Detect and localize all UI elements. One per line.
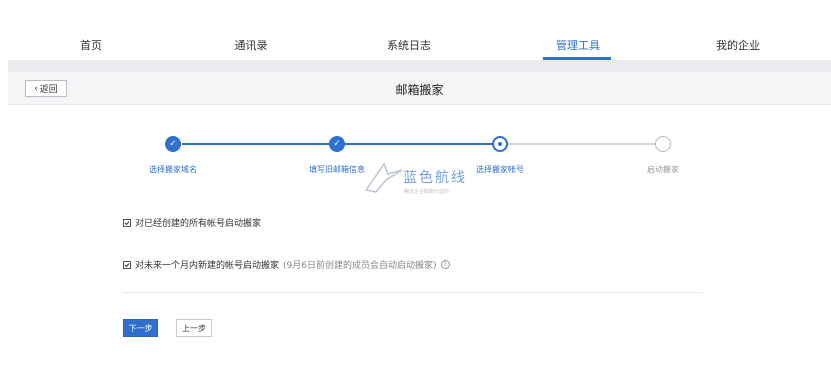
step-4-label: 启动搬家 (647, 165, 679, 174)
help-icon[interactable]: ? (440, 260, 450, 269)
main-content: ✓ ✓ 选择搬家域名 填写旧邮箱信息 选择搬家帐号 启动搬家 蓝色航线 腾讯企业… (8, 105, 831, 367)
nav-item-system-log[interactable]: 系统日志 (364, 37, 454, 53)
checkbox-future[interactable] (123, 260, 131, 269)
step-3-current-icon (492, 136, 508, 152)
next-step-button[interactable]: 下一步 (123, 319, 158, 337)
top-nav: 首页 通讯录 系统日志 管理工具 我的企业 (0, 0, 831, 60)
page-title: 邮箱搬家 (395, 83, 444, 97)
prev-step-button[interactable]: 上一步 (176, 319, 212, 337)
nav-item-contacts[interactable]: 通讯录 (206, 37, 296, 53)
option-future-accounts[interactable]: 对未来一个月内新建的帐号启动搬家 (9月6日前创建的成员会自动启动搬家) ? (123, 258, 450, 271)
nav-item-home[interactable]: 首页 (46, 37, 136, 53)
option-existing-label: 对已经创建的所有帐号启动搬家 (135, 219, 262, 229)
divider (123, 292, 703, 293)
watermark-subtitle: 腾讯企业邮箱代理商 (404, 189, 450, 195)
check-icon (124, 220, 130, 225)
step-4-pending-icon (655, 136, 671, 152)
option-existing-accounts[interactable]: 对已经创建的所有帐号启动搬家 (123, 216, 261, 229)
step-connector (182, 143, 332, 145)
watermark-logo: 蓝色航线 腾讯企业邮箱代理商 (364, 160, 484, 200)
watermark-title: 蓝色航线 (403, 170, 467, 186)
checkbox-existing[interactable] (123, 218, 131, 227)
watermark-arrow-icon (364, 162, 403, 193)
title-bar: ‹ 返回 邮箱搬家 (8, 72, 831, 105)
check-icon (124, 262, 130, 267)
step-connector (345, 143, 497, 145)
nav-item-admin-tools[interactable]: 管理工具 (533, 37, 623, 53)
step-1-label: 选择搬家域名 (149, 165, 197, 174)
step-1-done-icon: ✓ (165, 136, 181, 152)
option-future-note: (9月6日前创建的成员会自动启动搬家) (283, 261, 437, 271)
nav-item-my-company[interactable]: 我的企业 (693, 37, 783, 53)
header-band (8, 60, 831, 72)
option-future-label: 对未来一个月内新建的帐号启动搬家 (135, 261, 280, 271)
step-2-done-icon: ✓ (329, 136, 345, 152)
step-connector (508, 143, 656, 145)
